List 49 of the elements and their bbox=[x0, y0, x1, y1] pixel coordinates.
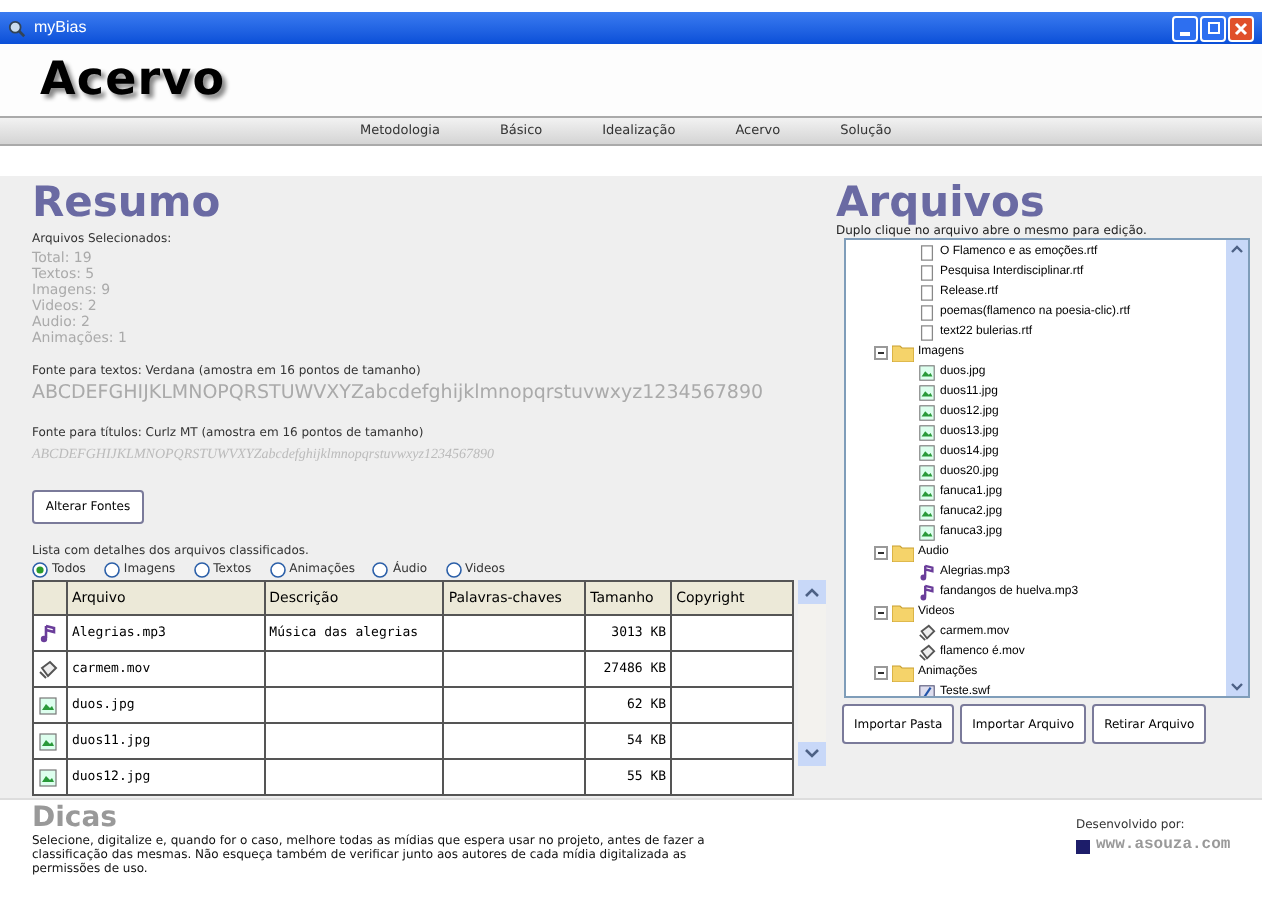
animation-file-icon bbox=[918, 683, 936, 696]
image-file-icon bbox=[918, 383, 936, 401]
section-title: Resumo bbox=[32, 180, 223, 224]
scrollbar[interactable] bbox=[1226, 240, 1248, 696]
collapse-toggle[interactable] bbox=[874, 605, 888, 619]
image-file-icon bbox=[38, 731, 58, 751]
window-title: myBias bbox=[34, 16, 87, 40]
image-file-icon bbox=[918, 443, 936, 461]
close-button[interactable] bbox=[1228, 15, 1254, 41]
image-file-icon bbox=[918, 483, 936, 501]
scroll-up-icon[interactable] bbox=[798, 580, 826, 604]
section-title: Dicas bbox=[32, 804, 119, 834]
image-file-icon bbox=[918, 463, 936, 481]
radio-button[interactable] bbox=[445, 561, 462, 577]
image-file-icon bbox=[918, 503, 936, 521]
font-sample: ABCDEFGHIJKLMNOPQRSTUWVXYZabcdefghijklmnopqrstuvwxyz1234567890 bbox=[32, 380, 764, 408]
radio-button[interactable] bbox=[32, 561, 48, 577]
radio-button[interactable] bbox=[269, 561, 286, 577]
radio-button[interactable] bbox=[193, 561, 210, 577]
note-icon bbox=[918, 583, 936, 601]
folder-icon bbox=[892, 663, 914, 681]
image-file-icon bbox=[918, 423, 936, 441]
collapse-toggle[interactable] bbox=[874, 545, 888, 559]
image-file-icon bbox=[38, 767, 58, 787]
radio-button[interactable] bbox=[372, 561, 389, 577]
folder-icon bbox=[892, 343, 914, 361]
logo-icon bbox=[1076, 839, 1090, 853]
tag-icon bbox=[918, 643, 936, 661]
image-file-icon bbox=[918, 523, 936, 541]
collapse-toggle[interactable] bbox=[874, 665, 888, 679]
logo-text: Acervo bbox=[40, 51, 226, 110]
restore-button[interactable] bbox=[1200, 15, 1226, 41]
close-icon bbox=[1234, 21, 1248, 35]
image-file-icon bbox=[38, 695, 58, 715]
image-file-icon bbox=[918, 363, 936, 381]
section-title: Arquivos bbox=[836, 180, 1047, 224]
minimize-button[interactable] bbox=[1172, 15, 1198, 41]
folder-icon bbox=[892, 543, 914, 561]
radio-button[interactable] bbox=[103, 561, 120, 577]
app-icon bbox=[8, 19, 26, 37]
scroll-down-icon[interactable] bbox=[798, 742, 826, 766]
folder-icon bbox=[892, 603, 914, 621]
collapse-toggle[interactable] bbox=[874, 345, 888, 359]
tag-icon bbox=[918, 623, 936, 641]
tag-icon bbox=[38, 659, 58, 679]
scrollbar[interactable] bbox=[798, 580, 826, 766]
note-icon bbox=[918, 563, 936, 581]
note-icon bbox=[38, 623, 58, 643]
image-file-icon bbox=[918, 403, 936, 421]
